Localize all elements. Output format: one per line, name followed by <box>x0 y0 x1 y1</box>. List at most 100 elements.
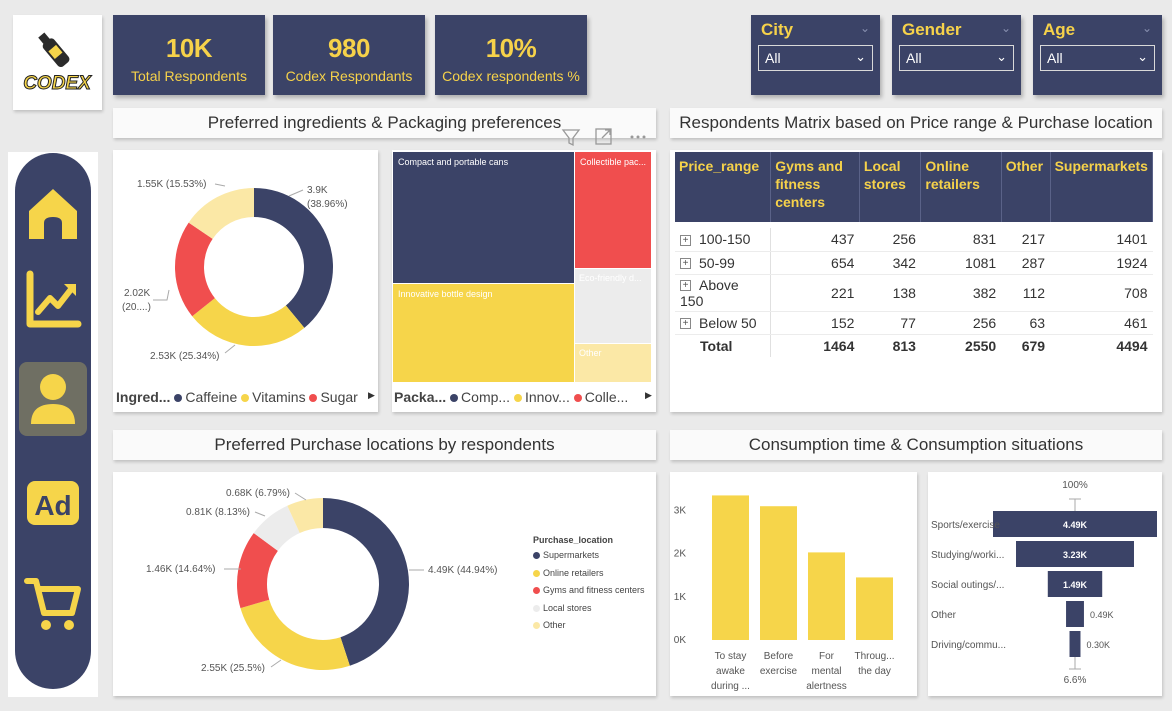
slicer-title: City <box>761 20 794 39</box>
matrix-cell: 437 <box>770 228 860 252</box>
legend-title: Purchase_location <box>533 535 614 545</box>
filter-icon[interactable] <box>561 129 581 147</box>
tile-collectible[interactable]: Collectible pac... <box>575 152 651 268</box>
bar[interactable] <box>808 552 845 640</box>
legend-next-arrow[interactable]: ▶ <box>645 390 652 401</box>
funnel-category-label: Other <box>931 610 957 621</box>
x-tick-label: the day <box>858 666 891 677</box>
consumption-time-bar-chart: 0K 1K 2K 3K To stay awake during ... Before exer… <box>674 495 895 692</box>
matrix-total-cell: 4494 <box>1116 337 1148 354</box>
donut-slices <box>175 188 333 347</box>
donut-slice-online-retailers[interactable] <box>240 599 350 670</box>
nav-home[interactable] <box>18 175 88 249</box>
matrix-row-header[interactable]: + Above 150 <box>675 274 772 312</box>
focus-mode-icon[interactable] <box>595 128 612 145</box>
matrix-cell: 342 <box>859 251 921 275</box>
tile-other[interactable]: Other <box>575 344 651 382</box>
label-other: 0.68K (6.79%) <box>226 488 290 499</box>
matrix-cell: 1401 <box>1050 228 1153 252</box>
funnel-value-label: 0.49K <box>1090 610 1114 620</box>
collapse-icon[interactable]: ⌄ <box>1001 21 1011 35</box>
tile-innovative-bottle[interactable]: Innovative bottle design <box>393 284 574 382</box>
matrix-column-header[interactable]: Supermarkets <box>1050 152 1154 222</box>
legend-item-gyms[interactable]: Gyms and fitness centers <box>533 582 645 600</box>
matrix-row: +50-99 654 342 1081 287 1924 <box>675 251 1153 275</box>
bar[interactable] <box>856 577 893 640</box>
matrix-total-cell: 813 <box>892 337 916 354</box>
matrix-row-header[interactable]: +50-99 <box>675 251 772 275</box>
expand-icon[interactable]: + <box>680 258 691 270</box>
kpi-total-respondents: 10K Total Respondents <box>113 15 265 95</box>
matrix-column-header[interactable]: Online retailers <box>920 152 1002 222</box>
nav-respondents-active[interactable] <box>19 362 87 436</box>
dropdown-value: All <box>765 50 781 66</box>
age-dropdown[interactable]: All ⌄ <box>1040 45 1155 71</box>
expand-icon[interactable]: + <box>680 318 691 330</box>
collapse-icon[interactable]: ⌄ <box>860 21 870 35</box>
matrix-row-header[interactable]: + Below 50 <box>675 311 772 335</box>
ingredients-donut-card: 3.9K (38.96%) 1.55K (15.53%) 2.02K (20..… <box>113 150 378 412</box>
y-tick-label: 0K <box>674 635 687 646</box>
legend-item-local[interactable]: Local stores <box>533 600 645 618</box>
kpi-label: Total Respondents <box>131 68 247 84</box>
legend-item-caffeine[interactable]: Caffeine <box>174 389 237 405</box>
respondents-matrix-card: Price_range Gyms and fitness centers Local st… <box>670 150 1162 412</box>
user-icon <box>31 374 75 424</box>
legend-item-online[interactable]: Online retailers <box>533 565 645 583</box>
donut-slice-sugar[interactable] <box>175 222 215 317</box>
city-dropdown[interactable]: All ⌄ <box>758 45 873 71</box>
legend-item-vitamins[interactable]: Vitamins <box>241 389 306 405</box>
matrix-cell: 461 <box>1050 311 1153 335</box>
tile-compact-cans[interactable]: Compact and portable cans <box>393 152 574 283</box>
x-tick-label: mental <box>811 666 841 677</box>
funnel-bar[interactable] <box>1066 601 1084 627</box>
matrix-column-header[interactable]: Price_range <box>675 152 772 222</box>
collapse-icon[interactable]: ⌄ <box>1142 21 1152 35</box>
legend-item-compact[interactable]: Comp... <box>450 389 510 405</box>
legend-title: Ingred... <box>116 389 171 405</box>
gender-dropdown[interactable]: All ⌄ <box>899 45 1014 71</box>
logo-tile: CODEX <box>13 15 102 110</box>
bar[interactable] <box>712 495 749 640</box>
bar[interactable] <box>760 506 797 640</box>
matrix-cell: 77 <box>859 311 921 335</box>
nav-cart[interactable] <box>18 566 88 640</box>
funnel-bar[interactable] <box>1069 631 1081 657</box>
x-tick-label: during ... <box>711 681 750 692</box>
matrix-panel-title: Respondents Matrix based on Price range … <box>670 108 1162 138</box>
legend-item-innovative[interactable]: Innov... <box>513 389 570 405</box>
legend-item-other[interactable]: Other <box>533 617 645 635</box>
funnel-value-label: 3.23K <box>1063 550 1088 560</box>
x-tick-label: To stay <box>715 651 747 662</box>
matrix-cell: 221 <box>770 274 860 312</box>
legend-item-supermarkets[interactable]: Supermarkets <box>533 547 645 565</box>
matrix-row: + Below 50 152 77 256 63 461 <box>675 311 1153 335</box>
x-tick-label: awake <box>716 666 745 677</box>
matrix-column-header[interactable]: Gyms and fitness centers <box>770 152 860 222</box>
chevron-down-icon: ⌄ <box>855 49 866 64</box>
matrix-row-header[interactable]: +100-150 <box>675 228 772 252</box>
expand-icon[interactable]: + <box>680 235 691 247</box>
legend-item-collectible[interactable]: Colle... <box>573 389 628 405</box>
matrix-column-header[interactable]: Local stores <box>859 152 922 222</box>
matrix-total-cell: 679 <box>1021 337 1046 354</box>
matrix-total-row: Total 1464 813 2550 679 4494 <box>675 334 1153 357</box>
matrix-column-header[interactable]: Other <box>1001 152 1051 222</box>
label-sugar: 2.02K <box>124 288 150 299</box>
legend-item-sugar[interactable]: Sugar <box>309 389 358 405</box>
more-options-icon[interactable] <box>630 135 646 139</box>
kpi-value: 10K <box>165 33 213 63</box>
expand-icon[interactable]: + <box>680 280 691 292</box>
funnel-category-label: Driving/commu... <box>931 640 1006 651</box>
matrix-cell: 1081 <box>920 251 1002 275</box>
nav-trends[interactable] <box>18 262 88 336</box>
dropdown-value: All <box>1047 50 1063 66</box>
legend-next-arrow[interactable]: ▶ <box>368 390 375 401</box>
matrix-cell: 382 <box>920 274 1002 312</box>
matrix-row: +100-150 437 256 831 217 1401 <box>675 228 1153 252</box>
slicer-title: Age <box>1043 20 1076 39</box>
ingredients-legend: Ingred... Caffeine Vitamins Sugar <box>116 389 358 405</box>
nav-ads[interactable]: Ad <box>18 466 88 540</box>
kpi-label: Codex respondents % <box>442 68 580 84</box>
tile-eco-friendly[interactable]: Eco-friendly d... <box>575 269 651 343</box>
